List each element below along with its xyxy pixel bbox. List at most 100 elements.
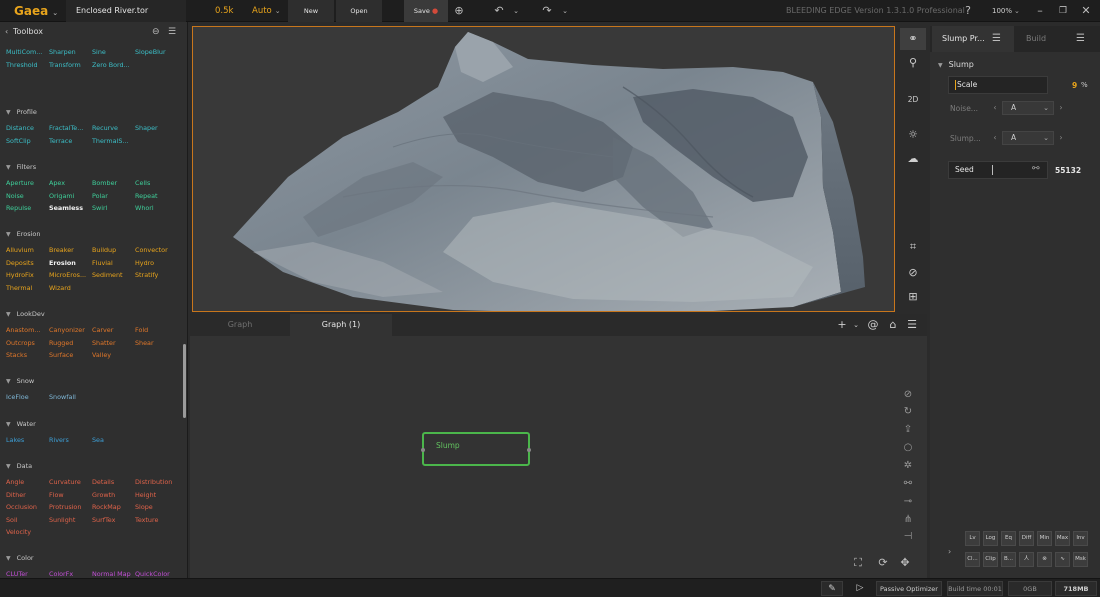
link-icon[interactable]: ⚯ bbox=[899, 478, 917, 489]
toolbox-item[interactable]: Swirl bbox=[92, 204, 107, 213]
toolbox-item[interactable]: Bomber bbox=[92, 179, 117, 188]
toolbox-item[interactable]: Origami bbox=[49, 192, 74, 201]
toolbox-item[interactable]: ThermalS... bbox=[92, 137, 128, 146]
toolbox-item[interactable]: Fold bbox=[135, 326, 148, 335]
section-slump[interactable]: ▼ Slump bbox=[938, 60, 974, 69]
hierarchy-icon[interactable]: ⋔ bbox=[899, 514, 917, 525]
toolbox-category[interactable]: ▼ Erosion bbox=[6, 230, 41, 238]
toolbox-item[interactable]: Stratify bbox=[135, 271, 158, 280]
toolbox-item[interactable]: Outcrops bbox=[6, 339, 35, 348]
chevron-right-icon[interactable]: › bbox=[1056, 101, 1066, 115]
toolbox-item[interactable]: Repulse bbox=[6, 204, 31, 213]
grid-icon[interactable]: ⊞ bbox=[900, 286, 926, 308]
toolbox-scrollbar[interactable] bbox=[183, 344, 186, 418]
menu-icon[interactable]: ☰ bbox=[168, 27, 176, 37]
toolbox-item[interactable]: Sharpen bbox=[49, 48, 76, 57]
chevron-left-icon[interactable]: ‹ bbox=[990, 131, 1000, 145]
cloud-icon[interactable]: ☁ bbox=[900, 148, 926, 170]
pencil-icon[interactable]: ✎ bbox=[821, 581, 843, 596]
expand-arrows-icon[interactable]: ✥ bbox=[896, 556, 914, 569]
toolbox-item[interactable]: Buildup bbox=[92, 246, 116, 255]
toolbox-item[interactable]: Terrace bbox=[49, 137, 72, 146]
modifier-button[interactable]: Cl... bbox=[965, 552, 980, 567]
toolbox-item[interactable]: Rugged bbox=[49, 339, 73, 348]
hamburger-menu-icon[interactable]: ☰ bbox=[1076, 26, 1085, 52]
seed-value[interactable]: 55132 bbox=[1055, 166, 1081, 175]
toolbox-item[interactable]: HydroFix bbox=[6, 271, 34, 280]
toolbox-item[interactable]: Sine bbox=[92, 48, 106, 57]
add-circle-icon[interactable]: ⊕ bbox=[451, 0, 467, 22]
toolbox-item[interactable]: Shatter bbox=[92, 339, 116, 348]
scale-value[interactable]: 9 bbox=[1072, 81, 1077, 90]
toolbox-item[interactable]: Noise bbox=[6, 192, 24, 201]
modifier-button[interactable]: Msk bbox=[1073, 552, 1088, 567]
compass-icon[interactable]: ⊘ bbox=[900, 262, 926, 284]
toolbox-item[interactable]: Shaper bbox=[135, 124, 158, 133]
disable-icon[interactable]: ⊘ bbox=[899, 389, 917, 400]
hamburger-menu-icon[interactable]: ☰ bbox=[904, 314, 920, 336]
chevron-down-icon[interactable]: ⌄ bbox=[848, 314, 864, 336]
chevron-right-icon[interactable]: › bbox=[1056, 131, 1066, 145]
toolbox-item[interactable]: Stacks bbox=[6, 351, 27, 360]
toolbox-item[interactable]: Breaker bbox=[49, 246, 74, 255]
home-icon[interactable]: ⌂ bbox=[885, 314, 901, 336]
modifier-button[interactable]: 人 bbox=[1019, 552, 1034, 567]
toolbox-item[interactable]: Zero Bord... bbox=[92, 61, 130, 70]
terrain-viewport[interactable] bbox=[192, 26, 895, 312]
toolbox-item[interactable]: Surface bbox=[49, 351, 73, 360]
modifier-button[interactable]: Inv bbox=[1073, 531, 1088, 546]
pin-icon[interactable]: ⚲ bbox=[900, 52, 926, 74]
toolbox-category[interactable]: ▼ Profile bbox=[6, 108, 37, 116]
tab-graph-1[interactable]: Graph (1) bbox=[290, 314, 392, 336]
toolbox-item[interactable]: SurfTex bbox=[92, 516, 115, 525]
toolbox-item[interactable]: FractalTe... bbox=[49, 124, 83, 133]
toolbox-item[interactable]: Seamless bbox=[49, 204, 83, 213]
toolbox-item[interactable]: Carver bbox=[92, 326, 113, 335]
toolbox-item[interactable]: Occlusion bbox=[6, 503, 37, 512]
toolbox-item[interactable]: Protrusion bbox=[49, 503, 81, 512]
chevron-left-icon[interactable]: ‹ bbox=[5, 27, 8, 36]
modifier-button[interactable]: Diff bbox=[1019, 531, 1034, 546]
toolbox-item[interactable]: Shear bbox=[135, 339, 154, 348]
new-button[interactable]: New bbox=[288, 0, 334, 22]
modifier-button[interactable]: ⊗ bbox=[1037, 552, 1052, 567]
minimize-icon[interactable]: – bbox=[1032, 0, 1048, 22]
toolbox-item[interactable]: Distribution bbox=[135, 478, 172, 487]
hamburger-menu-icon[interactable]: ☰ bbox=[992, 26, 1001, 52]
auto-select[interactable]: Auto ⌄ bbox=[252, 0, 281, 22]
toolbox-item[interactable]: Anastom... bbox=[6, 326, 40, 335]
toolbox-item[interactable]: Soil bbox=[6, 516, 18, 525]
toolbox-item[interactable]: Transform bbox=[49, 61, 81, 70]
toolbox-item[interactable]: Growth bbox=[92, 491, 115, 500]
redo-history-chevron-icon[interactable]: ⌄ bbox=[557, 0, 573, 22]
help-icon[interactable]: ? bbox=[960, 0, 976, 22]
refresh-icon[interactable]: ↻ bbox=[899, 406, 917, 417]
resolution-select[interactable]: 0.5k bbox=[215, 0, 233, 22]
modifier-button[interactable]: Lv bbox=[965, 531, 980, 546]
graph-editor[interactable]: Graph Graph (1) + ⌄ @ ⌂ ☰ Slump ⊘ ↻ ⇪ ○ … bbox=[190, 314, 927, 578]
play-icon[interactable]: ▷ bbox=[849, 581, 871, 596]
toolbox-item[interactable]: Whorl bbox=[135, 204, 154, 213]
toolbox-item[interactable]: Thermal bbox=[6, 284, 32, 293]
toolbox-category[interactable]: ▼ LookDev bbox=[6, 310, 45, 318]
toolbox-item[interactable]: Height bbox=[135, 491, 156, 500]
toolbox-item[interactable]: Polar bbox=[92, 192, 108, 201]
input-port[interactable] bbox=[421, 448, 425, 452]
toggle-icon[interactable]: ⊖ bbox=[152, 27, 160, 37]
fit-view-icon[interactable]: ⛶ bbox=[849, 556, 867, 570]
frame-icon[interactable]: ⌗ bbox=[900, 236, 926, 258]
chevron-right-icon[interactable]: › bbox=[948, 547, 951, 556]
toolbox-item[interactable]: Rivers bbox=[49, 436, 69, 445]
toolbox-item[interactable]: Sediment bbox=[92, 271, 123, 280]
layers-icon[interactable]: ⚭ bbox=[900, 28, 926, 50]
toolbox-item[interactable]: Details bbox=[92, 478, 114, 487]
tab-graph[interactable]: Graph bbox=[190, 314, 290, 336]
toolbox-item[interactable]: Curvature bbox=[49, 478, 81, 487]
toolbox-item[interactable]: Dither bbox=[6, 491, 26, 500]
toolbox-item[interactable]: Slope bbox=[135, 503, 153, 512]
cycle-icon[interactable]: ⟳ bbox=[874, 556, 892, 569]
toolbox-item[interactable]: Valley bbox=[92, 351, 111, 360]
close-icon[interactable]: ✕ bbox=[1078, 0, 1094, 22]
toolbox-item[interactable]: Fluvial bbox=[92, 259, 113, 268]
export-icon[interactable]: ⇪ bbox=[899, 424, 917, 435]
